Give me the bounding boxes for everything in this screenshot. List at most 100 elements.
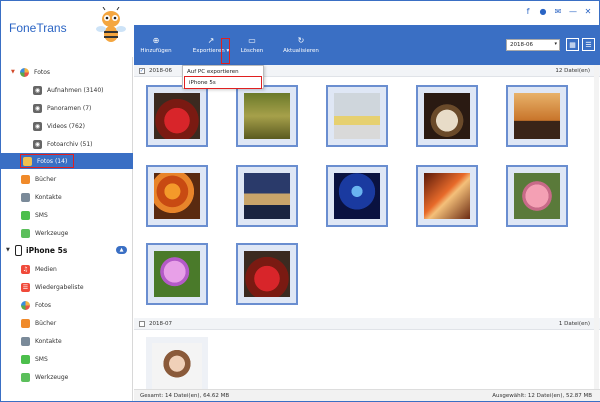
book-icon [21, 174, 30, 184]
food-photo [424, 93, 470, 139]
folder-icon [23, 156, 32, 166]
photo-thumbnail[interactable] [506, 165, 568, 227]
sidebar-item-label: Fotos [34, 68, 51, 76]
sidebar-item-label: Videos (762) [47, 122, 85, 130]
photo-thumbnail[interactable] [416, 165, 478, 227]
grid-view-icon[interactable]: ▦ [566, 38, 579, 51]
gift-photo [154, 93, 200, 139]
sidebar-item-label: Panoramen (7) [47, 104, 92, 112]
group-count: 12 Datei(en) [555, 67, 590, 74]
toolbox-icon [21, 372, 30, 382]
add-button-label: Hinzufügen [140, 48, 172, 54]
photo-thumbnail[interactable] [416, 85, 478, 147]
playlist-icon: ☰ [21, 282, 30, 292]
sidebar-item-label: Fotos [35, 301, 52, 309]
menu-item-export-to-pc[interactable]: Auf PC exportieren [183, 66, 263, 77]
date-select-value: 2018-06 [510, 42, 533, 48]
sidebar-item-panoramen[interactable]: ◉ Panoramen (7) [1, 101, 133, 115]
photo-thumbnail[interactable] [236, 165, 298, 227]
eject-icon[interactable]: ▲ [116, 246, 127, 254]
portrait-photo [152, 343, 202, 389]
photos-icon [20, 67, 29, 77]
sidebar-item-videos[interactable]: ◉ Videos (762) [1, 119, 133, 133]
sidebar-item-device-sms[interactable]: SMS [1, 352, 133, 366]
sidebar-item-device-werkzeuge[interactable]: Werkzeuge [1, 370, 133, 384]
camera-icon: ◉ [33, 85, 42, 95]
sidebar-item-label: Werkzeuge [35, 229, 69, 237]
refresh-icon: ↻ [297, 36, 305, 45]
status-total: Gesamt: 14 Datei(en), 64.62 MB [140, 392, 230, 399]
refresh-button[interactable]: ↻ Aktualisieren [279, 29, 323, 61]
sidebar-item-device-fotos[interactable]: Fotos [1, 298, 133, 312]
sidebar-item-sms[interactable]: SMS [1, 208, 133, 222]
sidebar-item-label: Werkzeuge [35, 373, 69, 381]
delete-button[interactable]: ▭ Löschen [238, 29, 266, 61]
bee-logo-icon [96, 7, 126, 42]
contacts-icon [21, 192, 30, 202]
media-icon: ♫ [21, 264, 30, 274]
sidebar-item-label: Kontakte [35, 193, 62, 201]
title-bar: f ● ✉ — ✕ [1, 1, 599, 25]
export-dropdown-highlight[interactable] [221, 38, 230, 64]
date-select[interactable]: 2018-06 ▾ [506, 39, 560, 51]
photo-thumbnail[interactable] [146, 165, 208, 227]
purple-flower-photo [154, 251, 200, 297]
delete-button-label: Löschen [240, 48, 264, 54]
sidebar-item-medien[interactable]: ♫ Medien [1, 262, 133, 276]
sidebar-item-device-buecher[interactable]: Bücher [1, 316, 133, 330]
pink-rose-photo [514, 173, 560, 219]
toolbox-icon [21, 228, 30, 238]
sidebar-item-label: Fotos (14) [37, 157, 68, 165]
chevron-down-icon: ▾ [554, 41, 557, 47]
sidebar-item-aufnahmen[interactable]: ◉ Aufnahmen (3140) [1, 83, 133, 97]
camera-icon: ◉ [33, 103, 42, 113]
photo-thumbnail[interactable] [236, 85, 298, 147]
photo-thumbnail[interactable] [506, 85, 568, 147]
sidebar-item-fotos-album[interactable]: Fotos (14) [1, 153, 133, 169]
photo-thumbnail[interactable] [326, 85, 388, 147]
minimize-icon[interactable]: — [568, 6, 578, 16]
photo-thumbnail[interactable] [236, 243, 298, 305]
photo-thumbnail[interactable] [146, 337, 208, 389]
facebook-icon[interactable]: f [523, 6, 533, 16]
sidebar-item-buecher[interactable]: Bücher [1, 172, 133, 186]
gift-photo [244, 251, 290, 297]
sidebar-item-label: Kontakte [35, 337, 62, 345]
add-button[interactable]: ⊕ Hinzufügen [140, 29, 172, 61]
content-area: ✓ 2018-06 12 Datei(en) 2018-07 1 Datei(e… [134, 65, 600, 389]
photo-thumbnail[interactable] [146, 85, 208, 147]
sidebar: ▼ Fotos ◉ Aufnahmen (3140) ◉ Panoramen (… [1, 57, 133, 401]
photo-thumbnail[interactable] [146, 243, 208, 305]
sidebar-item-wiedergabeliste[interactable]: ☰ Wiedergabeliste [1, 280, 133, 294]
plus-circle-icon: ⊕ [152, 36, 160, 45]
message-icon[interactable]: ✉ [553, 6, 563, 16]
sms-icon [21, 354, 30, 364]
group-checkbox[interactable]: ✓ [139, 67, 145, 74]
photo-thumbnail[interactable] [326, 165, 388, 227]
status-selected: Ausgewählt: 12 Datei(en), 52.87 MB [492, 392, 592, 399]
expand-arrow-icon: ▼ [11, 69, 15, 75]
group-date: 2018-07 [149, 320, 172, 327]
status-bar: Gesamt: 14 Datei(en), 64.62 MB Ausgewähl… [134, 389, 600, 401]
expand-arrow-icon: ▼ [6, 247, 10, 253]
sidebar-item-werkzeuge[interactable]: Werkzeuge [1, 226, 133, 240]
contacts-icon [21, 336, 30, 346]
chat-icon[interactable]: ● [538, 6, 548, 16]
group-checkbox[interactable] [139, 320, 145, 327]
sidebar-item-fotoarchiv[interactable]: ◉ Fotoarchiv (51) [1, 137, 133, 151]
trash-icon: ▭ [248, 36, 256, 45]
close-icon[interactable]: ✕ [583, 6, 593, 16]
export-menu: Auf PC exportieren iPhone 5s [182, 65, 264, 89]
orange-flower-photo [154, 173, 200, 219]
sidebar-item-device-kontakte[interactable]: Kontakte [1, 334, 133, 348]
device-header[interactable]: ▼ iPhone 5s ▲ [1, 242, 133, 258]
menu-item-export-to-iphone[interactable]: iPhone 5s [184, 76, 262, 89]
sidebar-item-photos[interactable]: ▼ Fotos [1, 65, 133, 79]
toolbar: ⊕ Hinzufügen ↗ Exportieren ▾ ▭ Löschen ↻… [134, 25, 600, 65]
scrollbar[interactable] [594, 65, 599, 389]
camera-icon: ◉ [33, 121, 42, 131]
sidebar-item-label: Bücher [35, 175, 57, 183]
list-view-icon[interactable]: ☰ [582, 38, 595, 51]
sidebar-item-label: Wiedergabeliste [35, 283, 84, 291]
sidebar-item-kontakte[interactable]: Kontakte [1, 190, 133, 204]
